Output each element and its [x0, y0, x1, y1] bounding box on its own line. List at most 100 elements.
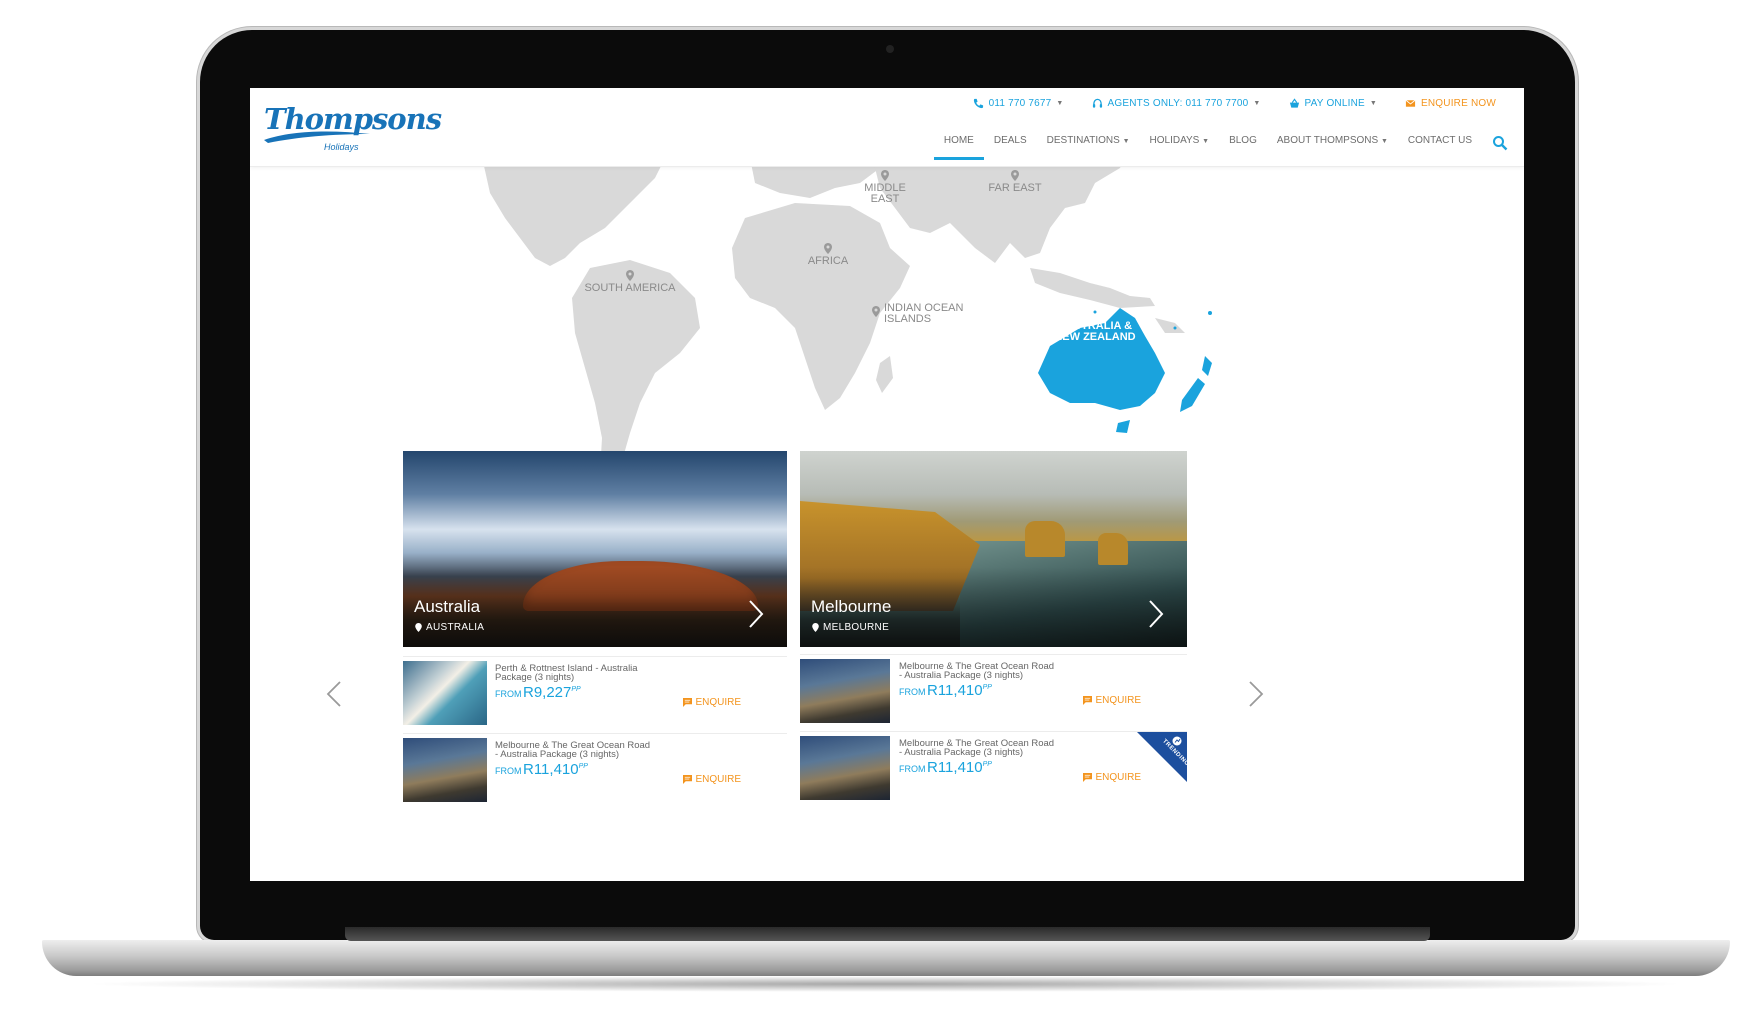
deal-title: Perth & Rottnest Island - Australia Pack… [495, 663, 638, 683]
headset-icon [1092, 98, 1102, 108]
enquire-now-label: ENQUIRE NOW [1421, 98, 1496, 109]
deal-price: R9,227PP [523, 684, 581, 701]
region-far-east[interactable]: FAR EAST [980, 170, 1050, 194]
nav-blog[interactable]: BLOG [1229, 126, 1257, 160]
nav-destinations[interactable]: DESTINATIONS ▼ [1047, 126, 1130, 160]
deal-thumbnail [800, 736, 890, 800]
deal-pp: PP [982, 761, 992, 768]
chevron-down-icon: ▼ [1056, 100, 1064, 107]
region-label-australia-nz: AUSTRALIA & NEW ZEALAND [1054, 320, 1136, 343]
region-label-far-east: FAR EAST [988, 182, 1042, 194]
nav-deals[interactable]: DEALS [994, 126, 1027, 160]
laptop-hinge [345, 927, 1430, 941]
trending-badge: TRENDING [1137, 732, 1187, 782]
deal-title: Melbourne & The Great Ocean Road - Austr… [495, 740, 651, 760]
destination-location: MELBOURNE [812, 622, 889, 633]
map-new-zealand[interactable] [1180, 356, 1212, 412]
map-pin-icon [626, 270, 634, 281]
region-label-indian-ocean: INDIAN OCEAN ISLANDS [884, 302, 964, 325]
region-australia-nz[interactable]: AUSTRALIA & NEW ZEALAND [1045, 308, 1145, 343]
deal-thumbnail [403, 661, 487, 725]
deal-thumbnail [403, 738, 487, 802]
deal-title: Melbourne & The Great Ocean Road - Austr… [899, 738, 1055, 758]
rock-stack-image [1098, 533, 1128, 565]
enquire-button[interactable]: ENQUIRE [683, 774, 741, 785]
deal-row[interactable]: Melbourne & The Great Ocean Road - Austr… [800, 731, 1187, 800]
region-indian-ocean-islands[interactable]: INDIAN OCEAN ISLANDS [872, 303, 1002, 325]
agents-phone-link[interactable]: AGENTS ONLY: 011 770 7700 ▼ [1092, 98, 1261, 109]
search-icon[interactable] [1492, 135, 1508, 151]
deal-pp: PP [982, 684, 992, 691]
destination-title: Melbourne [811, 597, 892, 616]
chevron-down-icon: ▼ [1369, 100, 1378, 107]
chevron-down-icon: ▼ [1380, 138, 1388, 145]
region-label-africa: AFRICA [807, 255, 849, 267]
logo-subtitle: Holidays [324, 142, 359, 152]
deal-row[interactable]: Melbourne & The Great Ocean Road - Austr… [800, 654, 1187, 723]
deal-price-value: R11,410 [927, 759, 983, 776]
enquire-button[interactable]: ENQUIRE [683, 697, 741, 708]
deal-price-value: R11,410 [927, 682, 983, 699]
enquire-label: ENQUIRE [1095, 772, 1141, 783]
chat-icon [1083, 696, 1093, 705]
chevron-down-icon: ▼ [1253, 100, 1261, 107]
deal-row[interactable]: Perth & Rottnest Island - Australia Pack… [403, 656, 787, 725]
map-pin-icon [872, 306, 880, 317]
laptop-base [42, 940, 1730, 976]
enquire-label: ENQUIRE [1095, 695, 1141, 706]
region-middle-east[interactable]: MIDDLE EAST [850, 170, 920, 205]
enquire-now-link[interactable]: ENQUIRE NOW [1405, 98, 1496, 109]
chat-icon [683, 775, 693, 784]
destination-card-melbourne[interactable]: Melbourne MELBOURNE [800, 451, 1187, 647]
map-pin-icon [824, 243, 832, 254]
carousel-next-arrow-icon[interactable] [1248, 680, 1264, 708]
deal-from-label: FROM [495, 689, 522, 699]
map-pin-icon [881, 170, 889, 181]
deal-pp: PP [578, 763, 588, 770]
pay-online-link[interactable]: PAY ONLINE ▼ [1289, 98, 1378, 109]
envelope-icon [1405, 99, 1416, 107]
enquire-button[interactable]: ENQUIRE [1083, 772, 1141, 783]
deal-row[interactable]: Melbourne & The Great Ocean Road - Austr… [403, 733, 787, 802]
nav-holidays[interactable]: HOLIDAYS ▼ [1150, 126, 1210, 160]
chevron-right-icon[interactable] [747, 599, 765, 629]
map-pin-icon [415, 623, 422, 632]
destination-location: AUSTRALIA [415, 622, 484, 633]
enquire-label: ENQUIRE [695, 697, 741, 708]
site-header: Thompsons Holidays 011 770 7677 ▼ AGENTS… [250, 88, 1524, 167]
phone-link[interactable]: 011 770 7677 ▼ [973, 98, 1064, 109]
deal-from-label: FROM [899, 764, 926, 774]
destination-card-australia[interactable]: Australia AUSTRALIA [403, 451, 787, 647]
region-label-middle-east: MIDDLE EAST [864, 182, 906, 205]
chevron-right-icon[interactable] [1147, 599, 1165, 629]
pay-online-label: PAY ONLINE [1304, 98, 1365, 109]
destination-location-label: MELBOURNE [823, 622, 890, 633]
camera-icon [886, 45, 894, 53]
nav-about-label: ABOUT THOMPSONS [1276, 135, 1379, 146]
chat-icon [1083, 773, 1093, 782]
deal-price: R11,410PP [523, 761, 588, 778]
region-africa[interactable]: AFRICA [798, 243, 858, 267]
map-indian-ocean-islands[interactable] [876, 356, 893, 393]
phone-icon [973, 98, 983, 109]
thompsons-logo[interactable]: Thompsons Holidays [260, 98, 442, 158]
main-navigation: HOME DEALS DESTINATIONS ▼ HOLIDAYS ▼ BLO… [933, 126, 1508, 160]
destination-location-label: AUSTRALIA [426, 622, 485, 633]
map-pin-icon [1091, 308, 1099, 319]
nav-contact[interactable]: CONTACT US [1408, 126, 1472, 160]
enquire-label: ENQUIRE [695, 774, 741, 785]
agents-phone-number: AGENTS ONLY: 011 770 7700 [1107, 98, 1249, 109]
basket-icon [1289, 98, 1299, 108]
map-se-asia [1030, 268, 1155, 308]
carousel-prev-arrow-icon[interactable] [326, 680, 342, 708]
enquire-button[interactable]: ENQUIRE [1083, 695, 1141, 706]
region-label-south-america: SOUTH AMERICA [584, 282, 676, 294]
browser-screen: Thompsons Holidays 011 770 7677 ▼ AGENTS… [250, 88, 1524, 881]
deal-price-value: R11,410 [523, 761, 579, 778]
nav-about[interactable]: ABOUT THOMPSONS ▼ [1277, 126, 1388, 160]
region-south-america[interactable]: SOUTH AMERICA [575, 270, 685, 294]
chevron-down-icon: ▼ [1202, 138, 1210, 145]
rock-stack-image [1025, 521, 1065, 557]
deal-price: R11,410PP [927, 682, 992, 699]
nav-home[interactable]: HOME [933, 126, 984, 160]
